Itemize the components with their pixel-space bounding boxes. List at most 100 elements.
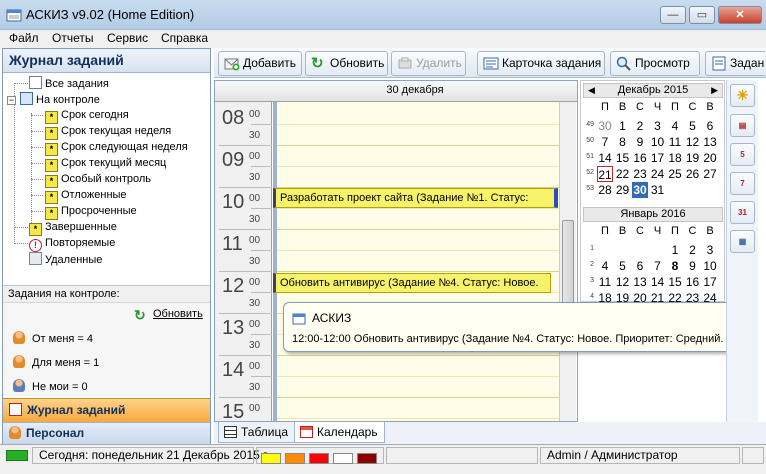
calendar-day[interactable]: 7 <box>650 258 666 274</box>
calendar-day[interactable]: 20 <box>702 150 718 166</box>
prev-month-button[interactable]: ◀ <box>588 84 595 97</box>
calendar-day[interactable]: 3 <box>702 242 718 258</box>
tree-item-this-week[interactable]: * Срок текущая неделя <box>45 124 171 140</box>
calendar-day[interactable]: 22 <box>667 290 683 306</box>
task-card-button[interactable]: Карточка задания <box>477 51 605 76</box>
calendar-day[interactable]: 3 <box>650 118 666 134</box>
calendar-grid-icon[interactable]: ▦ <box>730 230 755 253</box>
tree-item-today[interactable]: * Срок сегодня <box>45 108 129 124</box>
calendar-day[interactable]: 14 <box>650 274 666 290</box>
calendar-day[interactable]: 5 <box>615 258 631 274</box>
calendar-day[interactable]: 11 <box>667 134 683 150</box>
menu-help[interactable]: Справка <box>161 31 208 45</box>
tree-item-control[interactable]: − На контроле <box>7 92 100 107</box>
calendar-day[interactable]: 23 <box>685 290 701 306</box>
calendar-day[interactable]: 16 <box>685 274 701 290</box>
calendar-day[interactable]: 5 <box>685 118 701 134</box>
calendar-7-icon[interactable]: 7 <box>730 172 755 195</box>
close-button[interactable]: ✕ <box>718 6 762 24</box>
tree-item-deleted[interactable]: Удаленные <box>29 252 102 267</box>
calendar-day[interactable]: 6 <box>632 258 648 274</box>
calendar-day[interactable]: 17 <box>702 274 718 290</box>
tasks-button[interactable]: Задания <box>705 51 765 76</box>
tree-item-overdue[interactable]: * Просроченные <box>45 204 137 220</box>
tree-item-special[interactable]: * Особый контроль <box>45 172 151 188</box>
calendar-day[interactable]: 1 <box>667 242 683 258</box>
calendar-day[interactable]: 7 <box>597 134 613 150</box>
calendar-day[interactable]: 31 <box>650 182 666 198</box>
calendar-day[interactable]: 21 <box>597 166 613 182</box>
collapse-icon[interactable]: − <box>7 96 16 105</box>
calendar-day[interactable]: 12 <box>685 134 701 150</box>
calendar-day[interactable]: 6 <box>702 118 718 134</box>
menu-service[interactable]: Сервис <box>107 31 148 45</box>
calendar-day[interactable]: 15 <box>667 274 683 290</box>
refresh-icon[interactable]: ↻ <box>134 307 146 324</box>
next-month-button[interactable]: ▶ <box>711 84 718 97</box>
tree-item-postponed[interactable]: * Отложенные <box>45 188 127 204</box>
calendar-day[interactable]: 8 <box>615 134 631 150</box>
control-refresh-link[interactable]: Обновить <box>153 308 203 320</box>
calendar-day[interactable]: 18 <box>667 150 683 166</box>
calendar-day-icon[interactable]: ▤ <box>730 114 755 137</box>
calendar-day[interactable]: 19 <box>615 290 631 306</box>
delete-button[interactable]: Удалить <box>391 51 466 76</box>
calendar-day[interactable]: 27 <box>702 166 718 182</box>
menu-reports[interactable]: Отчеты <box>52 31 93 45</box>
calendar-day[interactable]: 11 <box>597 274 613 290</box>
calendar-day[interactable]: 18 <box>597 290 613 306</box>
calendar-day[interactable]: 9 <box>632 134 648 150</box>
calendar-day[interactable]: 25 <box>667 166 683 182</box>
calendar-day[interactable]: 13 <box>632 274 648 290</box>
calendar-event[interactable]: Разработать проект сайта (Задание №1. Ст… <box>273 188 558 208</box>
nav-personal-tab[interactable]: Персонал <box>3 422 210 444</box>
tree-item-repeated[interactable]: ! Повторяемые <box>29 236 115 252</box>
calendar-day[interactable]: 26 <box>685 166 701 182</box>
view-button[interactable]: Просмотр <box>610 51 700 76</box>
calendar-day[interactable]: 30 <box>597 118 613 134</box>
calendar-day[interactable]: 1 <box>615 118 631 134</box>
calendar-day[interactable]: 19 <box>685 150 701 166</box>
calendar-day[interactable]: 2 <box>685 242 701 258</box>
calendar-day[interactable]: 24 <box>650 166 666 182</box>
calendar-day[interactable]: 8 <box>667 258 683 274</box>
calendar-day[interactable]: 24 <box>702 290 718 306</box>
calendar-day[interactable]: 15 <box>615 150 631 166</box>
calendar-event[interactable]: Обновить антивирус (Задание №4. Статус: … <box>273 273 551 293</box>
add-button[interactable]: Добавить <box>218 51 302 76</box>
tab-calendar[interactable]: Календарь <box>294 422 385 443</box>
calendar-day[interactable]: 17 <box>650 150 666 166</box>
refresh-button[interactable]: ↻ Обновить <box>305 51 388 76</box>
maximize-button[interactable]: ▭ <box>689 6 715 24</box>
calendar-day[interactable]: 23 <box>632 166 648 182</box>
calendar-day[interactable]: 21 <box>650 290 666 306</box>
calendar-day[interactable]: 2 <box>632 118 648 134</box>
day-grid[interactable] <box>273 102 559 421</box>
tab-table[interactable]: Таблица <box>218 422 296 443</box>
calendar-day[interactable]: 20 <box>632 290 648 306</box>
vertical-scrollbar[interactable] <box>559 102 576 421</box>
sun-icon[interactable]: ☀ <box>730 84 755 107</box>
calendar-day[interactable]: 9 <box>685 258 701 274</box>
tree-item-next-week[interactable]: * Срок следующая неделя <box>45 140 188 156</box>
calendar-31-icon[interactable]: 31 <box>730 201 755 224</box>
calendar-day[interactable]: 10 <box>650 134 666 150</box>
calendar-day[interactable]: 12 <box>615 274 631 290</box>
nav-journal-tab[interactable]: Журнал заданий <box>3 398 210 422</box>
calendar-day[interactable]: 14 <box>597 150 613 166</box>
calendar-day[interactable]: 4 <box>597 258 613 274</box>
calendar-5-icon[interactable]: 5 <box>730 143 755 166</box>
calendar-day[interactable]: 4 <box>667 118 683 134</box>
calendar-day[interactable]: 28 <box>597 182 613 198</box>
calendar-day[interactable]: 16 <box>632 150 648 166</box>
calendar-day[interactable]: 13 <box>702 134 718 150</box>
calendar-day[interactable]: 30 <box>632 182 648 198</box>
tree-item-all[interactable]: Все задания <box>29 76 109 91</box>
calendar-day[interactable]: 10 <box>702 258 718 274</box>
minimize-button[interactable]: — <box>660 6 686 24</box>
tree-item-completed[interactable]: * Завершенные <box>29 220 117 236</box>
tree-item-this-month[interactable]: * Срок текущий месяц <box>45 156 166 172</box>
day-header-date[interactable]: 30 декабря <box>273 84 557 96</box>
calendar-day[interactable]: 22 <box>615 166 631 182</box>
calendar-day[interactable]: 29 <box>615 182 631 198</box>
